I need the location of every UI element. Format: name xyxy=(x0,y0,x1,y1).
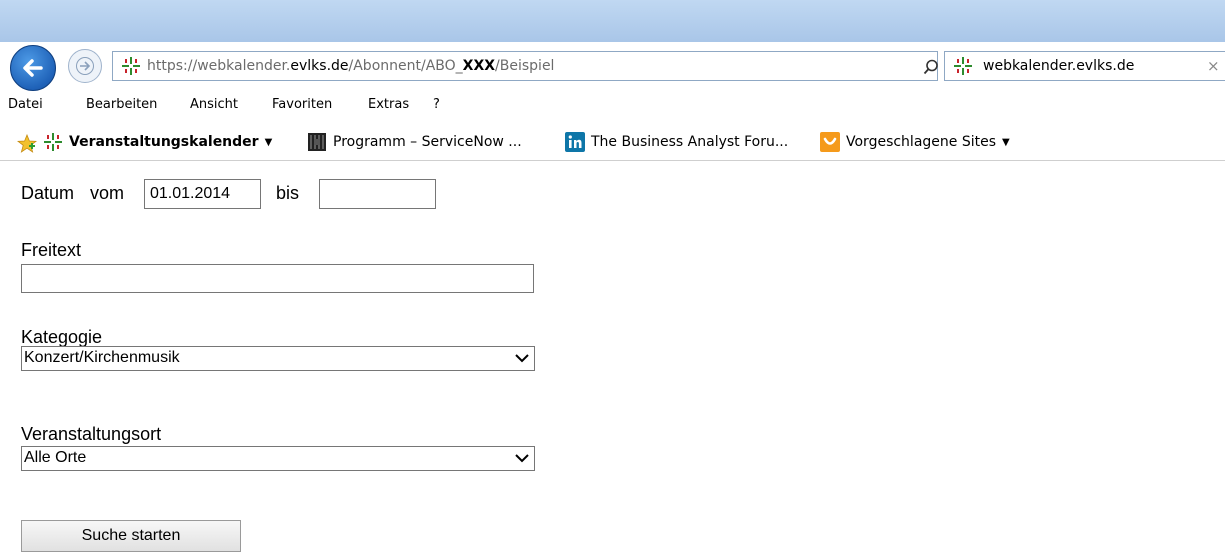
url-text[interactable]: https://webkalender.evlks.de/Abonnent/AB… xyxy=(147,58,554,74)
tab-close-icon[interactable]: × xyxy=(1207,57,1220,75)
favorites-star-icon[interactable] xyxy=(17,134,37,154)
date-to-input[interactable] xyxy=(319,179,436,209)
servicenow-icon xyxy=(308,133,326,151)
site-cross-icon xyxy=(954,57,972,75)
menu-item-bearbeiten[interactable]: Bearbeiten xyxy=(86,97,157,112)
location-select[interactable]: Alle Orte xyxy=(21,446,535,471)
favorites-bar: Veranstaltungskalender ▼ Programm – Serv… xyxy=(0,123,1225,161)
menu-item-help[interactable]: ? xyxy=(433,97,440,112)
location-label: Veranstaltungsort xyxy=(21,424,162,444)
menu-item-favoriten[interactable]: Favoriten xyxy=(272,97,332,112)
category-selected-value: Konzert/Kirchenmusik xyxy=(24,349,180,366)
freetext-label: Freitext xyxy=(21,240,82,260)
menu-item-ansicht[interactable]: Ansicht xyxy=(190,97,238,112)
back-arrow-icon xyxy=(23,59,43,77)
forward-arrow-icon xyxy=(76,57,94,75)
location-selected-value: Alle Orte xyxy=(24,449,87,466)
from-label: vom xyxy=(90,183,125,203)
search-icon[interactable] xyxy=(923,59,939,75)
chevron-down-icon xyxy=(515,454,529,463)
date-from-input[interactable] xyxy=(144,179,261,209)
favorite-label: Veranstaltungskalender xyxy=(69,134,259,150)
back-button[interactable] xyxy=(10,45,56,91)
chevron-down-icon: ▼ xyxy=(264,136,273,148)
category-label: Kategogie xyxy=(21,327,103,347)
site-cross-icon xyxy=(122,57,140,75)
search-start-button[interactable]: Suche starten xyxy=(21,520,241,552)
freetext-input[interactable] xyxy=(21,264,534,293)
linkedin-icon xyxy=(565,132,585,152)
forward-button[interactable] xyxy=(68,49,102,83)
tab-title: webkalender.evlks.de xyxy=(983,58,1135,74)
address-bar[interactable]: https://webkalender.evlks.de/Abonnent/AB… xyxy=(112,51,1019,81)
browser-chrome: https://webkalender.evlks.de/Abonnent/AB… xyxy=(0,0,1225,91)
menu-item-extras[interactable]: Extras xyxy=(368,97,409,112)
favorite-suggested-sites[interactable]: Vorgeschlagene Sites ▼ xyxy=(820,131,1010,153)
menu-bar: Datei Bearbeiten Ansicht Favoriten Extra… xyxy=(0,91,1225,121)
favorite-label: Programm – ServiceNow ... xyxy=(333,134,522,150)
to-label: bis xyxy=(276,183,300,203)
chevron-down-icon: ▼ xyxy=(1002,136,1010,148)
category-select[interactable]: Konzert/Kirchenmusik xyxy=(21,346,535,371)
menu-item-datei[interactable]: Datei xyxy=(8,97,43,112)
site-cross-icon xyxy=(44,133,62,151)
bing-icon xyxy=(820,132,840,152)
tab-active[interactable]: webkalender.evlks.de × xyxy=(944,51,1225,81)
favorite-label: Vorgeschlagene Sites xyxy=(846,134,997,150)
favorite-label: The Business Analyst Foru... xyxy=(591,134,789,150)
date-label: Datum xyxy=(21,183,75,203)
favorite-business-analyst[interactable]: The Business Analyst Foru... xyxy=(565,131,788,153)
title-bar xyxy=(0,0,1225,42)
chevron-down-icon xyxy=(515,354,529,363)
favorite-veranstaltungskalender[interactable]: Veranstaltungskalender ▼ xyxy=(43,131,272,153)
favorite-servicenow[interactable]: Programm – ServiceNow ... xyxy=(307,131,522,153)
